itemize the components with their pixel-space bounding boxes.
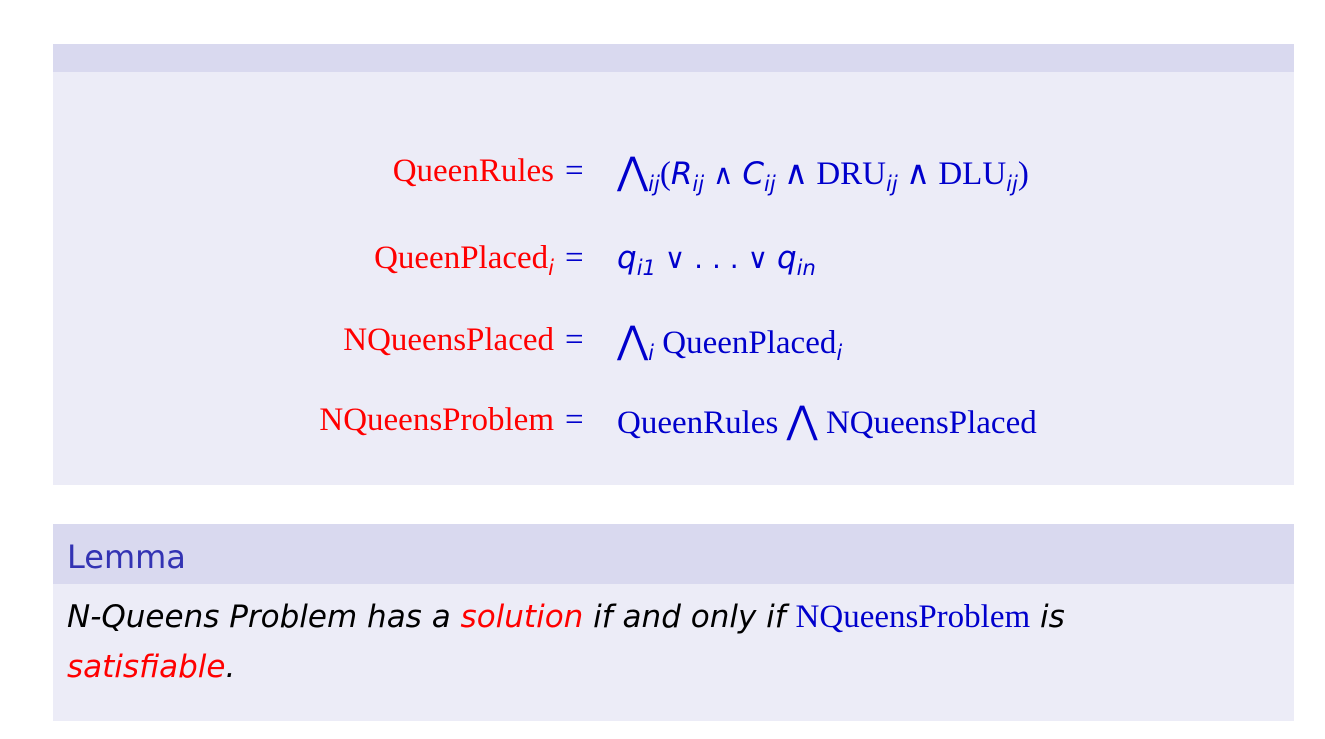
lemma-keyword-solution: solution — [460, 599, 584, 635]
equation-nqueens-placed: NQueensPlaced = ⋀i QueenPlacedi — [53, 310, 1294, 370]
equation-lhs: QueenRules — [392, 153, 554, 189]
equation-lhs: NQueensPlaced — [343, 322, 554, 358]
equation-queen-rules: QueenRules = ⋀ij(Rij ∧ Cij ∧ DRUij ∧ DLU… — [53, 141, 1294, 201]
equation-lhs: NQueensProblem — [319, 402, 554, 438]
equation-rhs: QueenRules ⋀ NQueensPlaced — [617, 398, 1037, 442]
lemma-title: Lemma — [67, 538, 186, 576]
equals-sign: = — [565, 240, 584, 276]
lemma-formula-ref: NQueensProblem — [795, 599, 1031, 635]
equation-nqueens-problem: NQueensProblem = QueenRules ⋀ NQueensPla… — [53, 390, 1294, 450]
lemma-header: Lemma — [53, 524, 1294, 584]
block-header-bar — [53, 44, 1294, 72]
lemma-body: N-Queens Problem has a solution if and o… — [53, 584, 1294, 721]
equation-rhs: ⋀i QueenPlacedi — [617, 318, 843, 365]
equation-queen-placed: QueenPlacedi = qi1 ∨ . . . ∨ qin — [53, 228, 1294, 288]
equals-sign: = — [565, 153, 584, 189]
equation-rhs: qi1 ∨ . . . ∨ qin — [617, 240, 816, 280]
equation-rhs: ⋀ij(Rij ∧ Cij ∧ DRUij ∧ DLUij) — [617, 149, 1029, 196]
lemma-statement: N-Queens Problem has a solution if and o… — [67, 599, 1065, 685]
equation-lhs: QueenPlacedi — [374, 240, 554, 280]
lemma-keyword-satisfiable: satisfiable — [67, 649, 226, 685]
equals-sign: = — [565, 402, 584, 438]
equals-sign: = — [565, 322, 584, 358]
equation-block: QueenRules = ⋀ij(Rij ∧ Cij ∧ DRUij ∧ DLU… — [53, 72, 1294, 485]
